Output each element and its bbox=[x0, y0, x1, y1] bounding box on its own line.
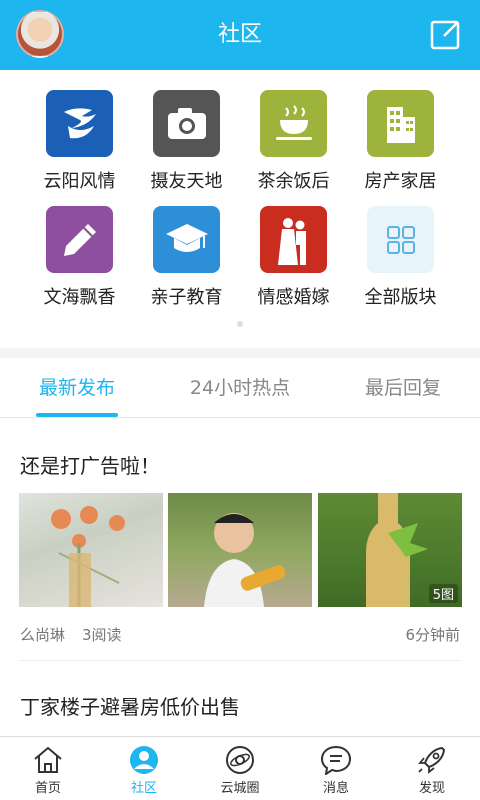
nav-label: 消息 bbox=[322, 781, 349, 796]
post-divider bbox=[20, 660, 460, 661]
couple-icon bbox=[260, 206, 327, 273]
nav-label: 发现 bbox=[418, 781, 445, 796]
post-author[interactable]: 么尚琳 bbox=[20, 624, 65, 645]
category-realestate[interactable]: 房产家居 bbox=[347, 90, 454, 210]
category-label: 亲子教育 bbox=[150, 287, 223, 308]
home-icon bbox=[34, 746, 62, 773]
graduation-cap-icon bbox=[153, 206, 220, 273]
planet-icon bbox=[226, 746, 254, 774]
category-romance[interactable]: 情感婚嫁 bbox=[240, 206, 347, 326]
rocket-icon bbox=[418, 746, 446, 774]
nav-community[interactable]: 社区 bbox=[96, 737, 192, 800]
nav-home[interactable]: 首页 bbox=[0, 737, 96, 800]
post-image[interactable] bbox=[19, 493, 163, 607]
category-label: 情感婚嫁 bbox=[257, 287, 330, 308]
post-feed: 还是打广告啦！ 5图 么尚琳 3阅读 6分钟前 丁家楼子避暑房低价出售 bbox=[0, 418, 480, 736]
post-image[interactable]: 5图 bbox=[318, 493, 462, 607]
nav-label: 社区 bbox=[130, 781, 157, 796]
coffee-cup-icon bbox=[260, 90, 327, 157]
category-label: 茶余饭后 bbox=[257, 171, 330, 192]
post-title[interactable]: 还是打广告啦！ bbox=[20, 450, 160, 479]
bottom-nav: 首页 社区 云城圈 消息 发现 bbox=[0, 736, 480, 800]
community-icon bbox=[130, 746, 158, 774]
header-bar: 社区 bbox=[0, 0, 480, 70]
building-icon bbox=[367, 90, 434, 157]
grid-icon bbox=[367, 206, 434, 273]
category-yunyang[interactable]: 云阳风情 bbox=[26, 90, 133, 210]
category-label: 文海飘香 bbox=[43, 287, 116, 308]
category-education[interactable]: 亲子教育 bbox=[133, 206, 240, 326]
tab-latest[interactable]: 最新发布 bbox=[26, 358, 128, 418]
nav-messages[interactable]: 消息 bbox=[288, 737, 384, 800]
category-literature[interactable]: 文海飘香 bbox=[26, 206, 133, 326]
post-reads: 3阅读 bbox=[82, 626, 122, 644]
post-image[interactable] bbox=[168, 493, 312, 607]
category-photography[interactable]: 摄友天地 bbox=[133, 90, 240, 210]
image-count-badge: 5图 bbox=[428, 584, 458, 603]
page-title: 社区 bbox=[217, 22, 262, 47]
category-label: 房产家居 bbox=[364, 171, 437, 192]
nav-label: 云城圈 bbox=[220, 781, 260, 796]
page-indicator bbox=[237, 321, 243, 327]
active-tab-indicator bbox=[36, 413, 118, 417]
yunyang-icon bbox=[46, 90, 113, 157]
compose-icon[interactable] bbox=[430, 18, 462, 50]
tab-24h-hot[interactable]: 24小时热点 bbox=[175, 358, 305, 418]
pencil-icon bbox=[46, 206, 113, 273]
nav-discover[interactable]: 发现 bbox=[384, 737, 480, 800]
nav-city-circle[interactable]: 云城圈 bbox=[192, 737, 288, 800]
category-label: 全部版块 bbox=[364, 287, 437, 308]
camera-icon bbox=[153, 90, 220, 157]
feed-tabs: 最新发布 24小时热点 最后回复 bbox=[0, 358, 480, 418]
category-label: 摄友天地 bbox=[150, 171, 223, 192]
nav-label: 首页 bbox=[34, 781, 61, 796]
post-title[interactable]: 丁家楼子避暑房低价出售 bbox=[20, 691, 240, 720]
category-all[interactable]: 全部版块 bbox=[347, 206, 454, 326]
chat-bubble-icon bbox=[320, 745, 352, 775]
category-grid: 云阳风情 摄友天地 茶余饭后 房产家居 文海飘香 亲子教育 情感婚嫁 全部版块 bbox=[0, 70, 480, 348]
category-leisure[interactable]: 茶余饭后 bbox=[240, 90, 347, 210]
category-label: 云阳风情 bbox=[43, 171, 116, 192]
post-time: 6分钟前 bbox=[405, 626, 460, 644]
tab-last-reply[interactable]: 最后回复 bbox=[352, 358, 454, 418]
